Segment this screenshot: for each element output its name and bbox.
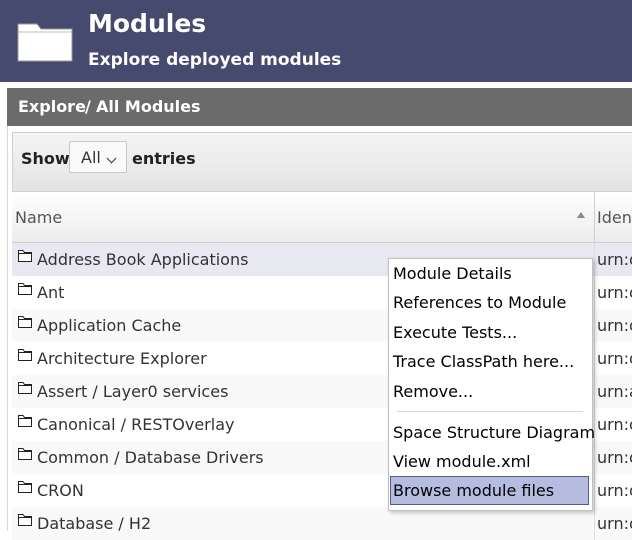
page-title: Modules — [88, 9, 207, 38]
module-identifier: urn:o — [597, 349, 632, 368]
cell-divider — [594, 243, 595, 276]
folder-icon — [18, 349, 32, 361]
table-header: Name Iden — [12, 192, 632, 243]
menu-item-remove[interactable]: Remove... — [390, 377, 589, 406]
menu-item-module-details[interactable]: Module Details — [390, 259, 589, 288]
column-header-name[interactable]: Name — [15, 208, 62, 227]
module-name: Address Book Applications — [37, 250, 249, 269]
cell-divider — [594, 474, 595, 507]
page-size-select[interactable]: All — [69, 141, 127, 173]
panel-border — [7, 126, 8, 531]
table-row[interactable]: Database / H2 urn:o — [12, 507, 632, 540]
module-identifier: urn:o — [597, 448, 632, 467]
module-identifier: urn:a — [597, 382, 632, 401]
page-header: Modules Explore deployed modules — [0, 0, 632, 82]
module-identifier: urn:o — [597, 481, 632, 500]
folder-icon — [17, 23, 73, 62]
module-name: Canonical / RESTOverlay — [37, 415, 235, 434]
folder-icon — [18, 448, 32, 460]
module-identifier: urn:o — [597, 316, 632, 335]
module-name: Database / H2 — [37, 514, 152, 533]
menu-item-references[interactable]: References to Module — [390, 288, 589, 317]
folder-icon — [18, 514, 32, 526]
cell-divider — [594, 507, 595, 540]
column-divider — [594, 192, 595, 242]
folder-icon — [18, 283, 32, 295]
module-identifier: urn:o — [597, 283, 632, 302]
module-name: CRON — [37, 481, 84, 500]
folder-icon — [18, 382, 32, 394]
module-identifier: urn:o — [597, 250, 632, 269]
menu-separator — [397, 411, 583, 412]
cell-divider — [594, 276, 595, 309]
menu-item-view-module-xml[interactable]: View module.xml — [390, 447, 589, 476]
sort-ascending-icon[interactable] — [577, 212, 585, 218]
module-name: Assert / Layer0 services — [37, 382, 229, 401]
chevron-down-icon — [106, 153, 117, 164]
entries-label: entries — [132, 149, 196, 168]
breadcrumb-explore[interactable]: Explore — [18, 97, 86, 116]
menu-item-label: Trace ClassPath here... — [393, 352, 575, 371]
menu-item-label: Module Details — [393, 264, 512, 283]
menu-item-label: Remove... — [393, 382, 474, 401]
module-name: Common / Database Drivers — [37, 448, 264, 467]
menu-item-execute-tests[interactable]: Execute Tests... — [390, 318, 589, 347]
table-toolbar: Show All entries — [12, 132, 632, 192]
page-subtitle: Explore deployed modules — [88, 50, 342, 70]
cell-divider — [594, 441, 595, 474]
page-size-value: All — [81, 148, 101, 167]
breadcrumb: Explore / All Modules — [7, 88, 632, 126]
module-identifier: urn:o — [597, 415, 632, 434]
cell-divider — [594, 375, 595, 408]
module-name: Application Cache — [37, 316, 182, 335]
breadcrumb-separator: / — [85, 97, 91, 116]
folder-icon — [18, 316, 32, 328]
cell-divider — [594, 342, 595, 375]
column-header-identifier[interactable]: Iden — [597, 208, 632, 227]
menu-item-label: Execute Tests... — [393, 323, 518, 342]
context-menu: Module Details References to Module Exec… — [388, 258, 595, 511]
menu-item-label: References to Module — [393, 293, 567, 312]
module-name: Architecture Explorer — [37, 349, 207, 368]
show-label: Show — [21, 149, 70, 168]
folder-icon — [18, 415, 32, 427]
breadcrumb-all-modules[interactable]: All Modules — [96, 97, 201, 116]
module-name: Ant — [37, 283, 65, 302]
menu-item-browse-module-files[interactable]: Browse module files — [390, 476, 589, 505]
menu-item-space-structure-diagram[interactable]: Space Structure Diagram — [390, 418, 595, 447]
folder-icon — [18, 481, 32, 493]
menu-item-label: Space Structure Diagram — [393, 423, 596, 442]
menu-item-trace-classpath[interactable]: Trace ClassPath here... — [390, 347, 589, 376]
menu-item-label: Browse module files — [393, 481, 555, 500]
folder-icon — [18, 250, 32, 262]
module-identifier: urn:o — [597, 514, 632, 533]
cell-divider — [594, 309, 595, 342]
menu-item-label: View module.xml — [393, 452, 531, 471]
